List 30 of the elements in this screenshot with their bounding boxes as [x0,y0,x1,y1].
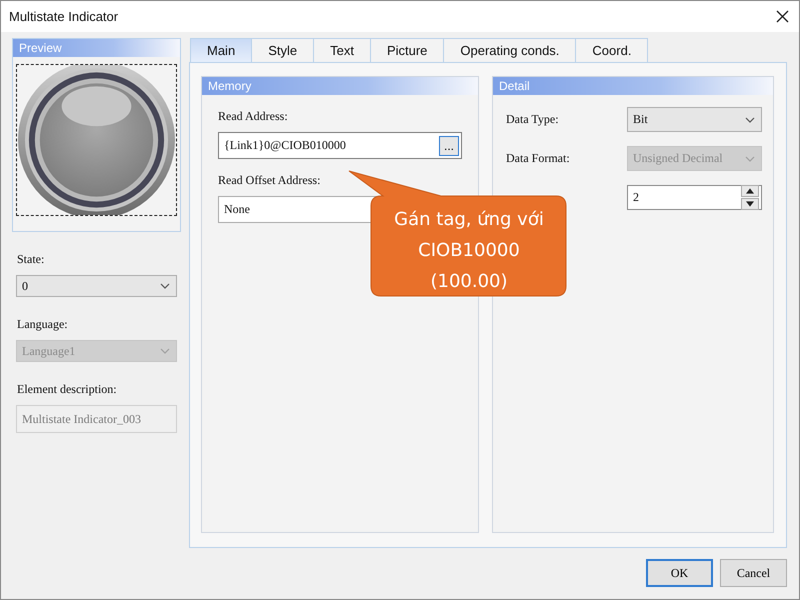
address-field[interactable]: {Link1}0@CIOB010000 ... [218,132,462,159]
spin-field[interactable]: 2 [627,185,762,210]
field-label: Element description: [17,382,118,397]
tab[interactable]: Coord. [575,38,648,62]
field-label: State: [17,252,46,267]
panel-title: Preview [13,39,180,57]
dialog-button[interactable]: Cancel [720,559,787,587]
text-field: Multistate Indicator_003 [16,405,177,433]
chevron-down-icon [160,348,170,354]
spin-down-icon[interactable] [741,198,759,210]
dialog-button[interactable]: OK [646,559,713,587]
field-label: Data Type: [506,112,559,127]
dropdown: Language1 [16,340,177,362]
dropdown[interactable]: 0 [16,275,177,297]
group-title: Memory [202,77,478,95]
browse-button[interactable]: ... [439,136,459,156]
dropdown[interactable]: Bit [627,107,762,132]
chevron-down-icon [745,156,755,162]
tab[interactable]: Main [190,38,252,62]
spin-up-icon[interactable] [741,185,759,197]
dropdown: Unsigned Decimal [627,146,762,171]
chevron-down-icon [745,116,755,122]
close-icon[interactable] [776,10,789,23]
field-label: Read Address: [218,109,289,124]
chevron-down-icon [160,283,170,289]
group-title: Detail [493,77,773,95]
field-label: Read Offset Address: [218,173,322,188]
window-title: Multistate Indicator [9,9,118,24]
field-label: Data Format: [506,151,570,166]
field-label: Language: [17,317,69,332]
